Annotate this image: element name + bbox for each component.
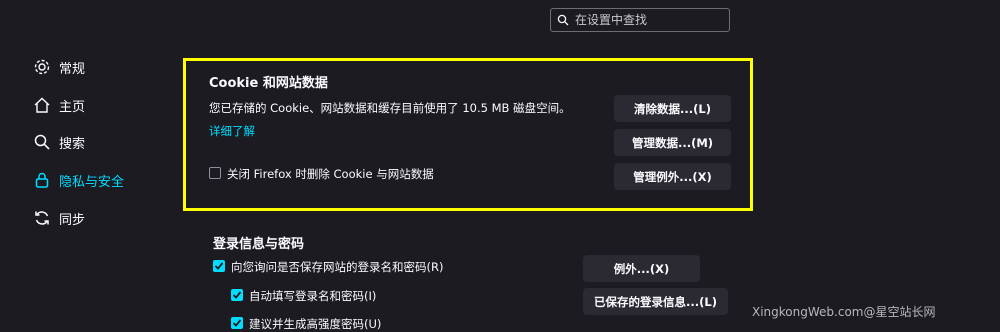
manage-data-button[interactable]: 管理数据...(M) bbox=[614, 129, 731, 156]
login-exceptions-button[interactable]: 例外...(X) bbox=[583, 255, 700, 282]
cookies-usage-description: 您已存储的 Cookie、网站数据和缓存目前使用了 10.5 MB 磁盘空间。 bbox=[209, 101, 571, 115]
delete-on-close-label: 关闭 Firefox 时删除 Cookie 与网站数据 bbox=[227, 167, 434, 181]
suggest-passwords-checkbox[interactable] bbox=[231, 317, 243, 329]
lock-icon bbox=[35, 172, 49, 188]
home-icon bbox=[34, 97, 50, 113]
sidebar-item-label: 同步 bbox=[59, 212, 86, 228]
saved-logins-button[interactable]: 已保存的登录信息...(L) bbox=[583, 288, 728, 315]
manage-exceptions-button[interactable]: 管理例外...(X) bbox=[614, 163, 731, 190]
sidebar-item-privacy-security[interactable]: 隐私与安全 bbox=[33, 169, 124, 191]
clear-data-button[interactable]: 清除数据...(L) bbox=[614, 95, 731, 122]
suggest-passwords-label: 建议并生成高强度密码(U) bbox=[249, 317, 382, 331]
checkmark-icon bbox=[214, 262, 224, 270]
settings-search-box[interactable] bbox=[550, 8, 730, 32]
sidebar-item-search[interactable]: 搜索 bbox=[33, 131, 85, 153]
autofill-logins-label: 自动填写登录名和密码(I) bbox=[249, 289, 377, 303]
search-input[interactable] bbox=[573, 12, 727, 28]
sidebar-item-general[interactable]: 常规 bbox=[33, 56, 85, 78]
search-icon bbox=[557, 14, 569, 26]
cookies-section-title: Cookie 和网站数据 bbox=[209, 76, 328, 91]
logins-section-title: 登录信息与密码 bbox=[213, 237, 305, 252]
autofill-logins-checkbox[interactable] bbox=[231, 289, 243, 301]
sidebar-item-label: 常规 bbox=[59, 61, 86, 77]
learn-more-link[interactable]: 详细了解 bbox=[209, 123, 255, 139]
checkmark-icon bbox=[232, 319, 242, 327]
sidebar-item-label: 主页 bbox=[59, 99, 86, 115]
watermark-text: XingkongWeb.com@星空站长网 bbox=[752, 305, 936, 319]
search-icon bbox=[34, 134, 50, 150]
gear-icon bbox=[34, 59, 50, 75]
checkmark-icon bbox=[232, 291, 242, 299]
delete-on-close-checkbox[interactable] bbox=[209, 167, 221, 179]
sidebar-item-home[interactable]: 主页 bbox=[33, 94, 85, 116]
sidebar-item-label: 搜索 bbox=[59, 136, 86, 152]
sidebar-item-sync[interactable]: 同步 bbox=[33, 207, 85, 229]
ask-save-logins-label: 向您询问是否保存网站的登录名和密码(R) bbox=[231, 260, 444, 274]
sync-icon bbox=[35, 211, 49, 225]
ask-save-logins-checkbox[interactable] bbox=[213, 260, 225, 272]
sidebar-item-label: 隐私与安全 bbox=[59, 174, 125, 190]
